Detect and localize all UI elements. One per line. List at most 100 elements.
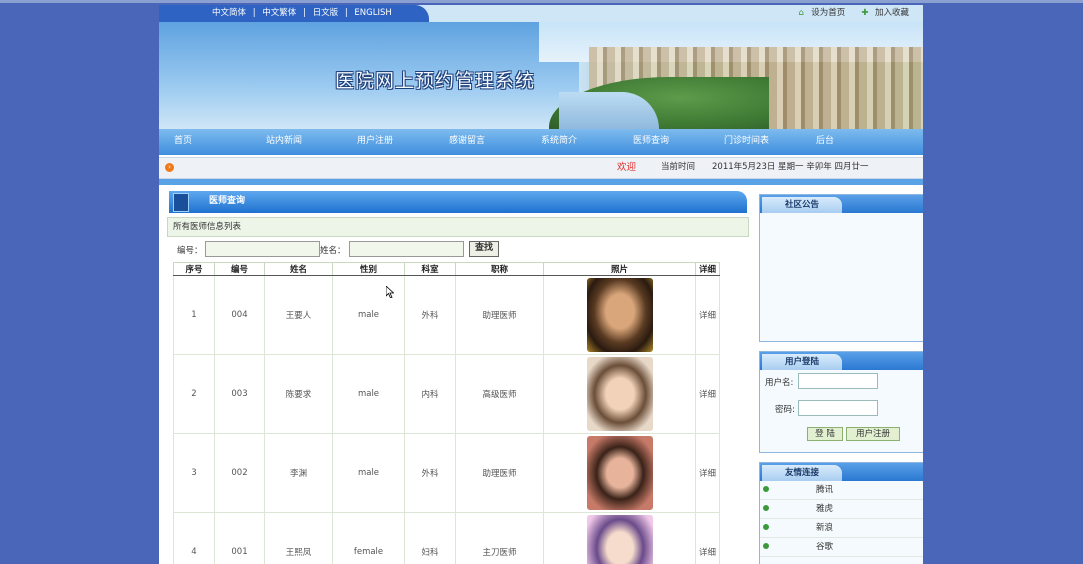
bullet-icon [763, 524, 769, 530]
search-row: 编号： 姓名： 查找 [167, 239, 749, 261]
doctor-photo [586, 436, 653, 510]
add-favorite-link[interactable]: 加入收藏 [875, 8, 909, 18]
search-button[interactable]: 查找 [469, 241, 499, 257]
plus-icon: ✚ [861, 8, 869, 18]
links-title: 友情连接 [762, 465, 842, 481]
bullet-icon [763, 543, 769, 549]
notice-box: 社区公告 [759, 194, 923, 342]
detail-link[interactable]: 详细 [695, 354, 720, 434]
col-gender: 性别 [332, 262, 405, 276]
cell-seq: 1 [173, 275, 215, 355]
notice-title: 社区公告 [762, 197, 842, 213]
lang-japanese[interactable]: 日文版 [313, 8, 339, 18]
nav-doctor-search[interactable]: 医师查询 [633, 129, 669, 153]
cell-name: 王要人 [264, 275, 333, 355]
top-links: ⌂ 设为首页 ✚ 加入收藏 [784, 5, 909, 21]
login-box: 用户登陆 用户名: 密码: 登 陆 用户注册 [759, 351, 923, 453]
cell-seq: 3 [173, 433, 215, 513]
list-header: 所有医师信息列表 [167, 217, 749, 237]
register-button[interactable]: 用户注册 [846, 427, 900, 441]
main-content: 医师查询 所有医师信息列表 编号： 姓名： 查找 序号 编号 姓名 性别 科室 [167, 189, 751, 564]
list-item[interactable]: 谷歌 [760, 538, 923, 557]
cell-dept: 外科 [404, 275, 456, 355]
cell-dept: 内科 [404, 354, 456, 434]
col-dept: 科室 [404, 262, 456, 276]
list-item[interactable]: 新浪 [760, 519, 923, 538]
table-row: 1 004 王要人 male 外科 助理医师 详细 [173, 275, 720, 355]
home-icon: ⌂ [798, 8, 804, 18]
detail-link[interactable]: 详细 [695, 275, 720, 355]
doctor-photo [586, 357, 653, 431]
doctor-photo [586, 278, 653, 352]
lang-separator: | [252, 8, 256, 18]
monitor-icon [173, 193, 189, 212]
list-item[interactable]: 雅虎 [760, 500, 923, 519]
username-label: 用户名: [765, 378, 794, 388]
col-name: 姓名 [264, 262, 333, 276]
main-nav: 首页 站内新闻 用户注册 感谢留言 系统简介 医师查询 门诊时间表 后台 [159, 129, 923, 155]
login-button[interactable]: 登 陆 [807, 427, 843, 441]
detail-link[interactable]: 详细 [695, 512, 720, 564]
cell-title: 高级医师 [455, 354, 544, 434]
mouse-cursor-icon [386, 286, 394, 298]
col-photo: 照片 [543, 262, 696, 276]
name-input[interactable] [349, 241, 464, 257]
col-id: 编号 [214, 262, 265, 276]
nav-register[interactable]: 用户注册 [357, 129, 393, 153]
nav-schedule[interactable]: 门诊时间表 [724, 129, 769, 153]
username-input[interactable] [798, 373, 878, 389]
lang-separator: | [344, 8, 348, 18]
welcome-text: 欢迎 [617, 162, 637, 173]
divider-bar [159, 179, 923, 185]
section-header: 医师查询 [169, 191, 747, 213]
bullet-icon [763, 486, 769, 492]
table-row: 3 002 李渊 male 外科 助理医师 详细 [173, 433, 720, 513]
nav-guestbook[interactable]: 感谢留言 [449, 129, 485, 153]
welcome-bar: › 欢迎 当前时间 2011年5月23日 星期一 辛卯年 四月廿一 [159, 157, 923, 179]
cell-name: 王熙凤 [264, 512, 333, 564]
cell-id: 002 [214, 433, 265, 513]
cell-dept: 妇科 [404, 512, 456, 564]
cell-name: 陈要求 [264, 354, 333, 434]
cell-dept: 外科 [404, 433, 456, 513]
id-input[interactable] [205, 241, 320, 257]
lang-simplified[interactable]: 中文简体 [212, 8, 246, 18]
table-row: 2 003 陈要求 male 内科 高级医师 详细 [173, 354, 720, 434]
password-input[interactable] [798, 400, 878, 416]
set-homepage-link[interactable]: 设为首页 [811, 8, 845, 18]
links-box: 友情连接 腾讯 雅虎 新浪 谷歌 [759, 462, 923, 564]
table-row: 4 001 王熙凤 female 妇科 主刀医师 详细 [173, 512, 720, 564]
nav-home[interactable]: 首页 [174, 129, 192, 153]
lang-traditional[interactable]: 中文繁体 [262, 8, 296, 18]
arrow-icon: › [165, 163, 174, 172]
list-item[interactable]: 腾讯 [760, 481, 923, 500]
detail-link[interactable]: 详细 [695, 433, 720, 513]
current-date: 2011年5月23日 星期一 辛卯年 四月廿一 [712, 162, 869, 172]
cell-seq: 2 [173, 354, 215, 434]
section-title: 医师查询 [209, 196, 246, 206]
nav-admin[interactable]: 后台 [816, 129, 834, 153]
time-label: 当前时间 [661, 162, 696, 172]
sidebar: 社区公告 用户登陆 用户名: 密码: 登 陆 用户注册 友情连接 腾讯 雅虎 新… [759, 189, 923, 564]
name-label: 姓名： [320, 246, 346, 256]
top-bar: 中文简体 | 中文繁体 | 日文版 | ENGLISH ⌂ 设为首页 ✚ 加入收藏 [159, 5, 923, 22]
lang-separator: | [303, 8, 306, 18]
nav-about[interactable]: 系统简介 [541, 129, 577, 153]
password-label: 密码: [775, 405, 795, 415]
cell-title: 主刀医师 [455, 512, 544, 564]
cell-id: 004 [214, 275, 265, 355]
doctor-table: 序号 编号 姓名 性别 科室 职称 照片 详细 1 004 王要人 male 外… [173, 262, 720, 564]
col-seq: 序号 [173, 262, 215, 276]
doctor-photo [586, 515, 653, 564]
language-bar: 中文简体 | 中文繁体 | 日文版 | ENGLISH [159, 5, 429, 22]
lang-english[interactable]: ENGLISH [354, 8, 391, 18]
banner: 医院网上预约管理系统 [159, 22, 923, 129]
cell-name: 李渊 [264, 433, 333, 513]
cell-gender: male [332, 433, 405, 513]
cell-title: 助理医师 [455, 275, 544, 355]
nav-news[interactable]: 站内新闻 [266, 129, 302, 153]
bullet-icon [763, 505, 769, 511]
id-label: 编号： [177, 246, 203, 256]
window-top-edge [0, 0, 1083, 3]
col-detail: 详细 [695, 262, 720, 276]
